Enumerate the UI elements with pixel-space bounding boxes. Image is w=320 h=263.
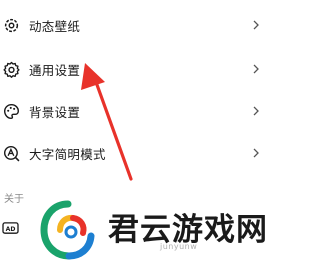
- settings-item-background[interactable]: 背景设置: [0, 89, 277, 133]
- gear-icon: [3, 61, 20, 78]
- sparkle-gear-icon: [4, 18, 19, 32]
- ad-icon-text: AD: [6, 225, 16, 232]
- settings-item-label: 背景设置: [29, 104, 81, 120]
- chevron-right-icon: [253, 64, 259, 74]
- settings-item-dynamic-wallpaper[interactable]: 动态壁纸: [0, 3, 277, 47]
- settings-item-general[interactable]: 通用设置: [0, 47, 277, 91]
- watermark-subtitle: junyunw: [160, 242, 198, 251]
- ad-icon: AD: [2, 221, 19, 234]
- watermark-logo: [40, 200, 95, 260]
- settings-item-large-font-mode[interactable]: 大字简明模式: [0, 131, 277, 175]
- chevron-right-icon: [253, 106, 259, 116]
- chevron-right-icon: [253, 20, 259, 30]
- settings-item-label: 通用设置: [29, 62, 81, 78]
- palette-icon: [3, 103, 20, 119]
- section-header-about: 关于: [4, 194, 24, 205]
- font-search-icon: [3, 145, 20, 161]
- settings-item-label: 动态壁纸: [29, 18, 81, 34]
- chevron-right-icon: [253, 148, 259, 158]
- watermark: 君云游戏网 junyunw: [38, 198, 277, 263]
- settings-item-label: 大字简明模式: [29, 146, 106, 162]
